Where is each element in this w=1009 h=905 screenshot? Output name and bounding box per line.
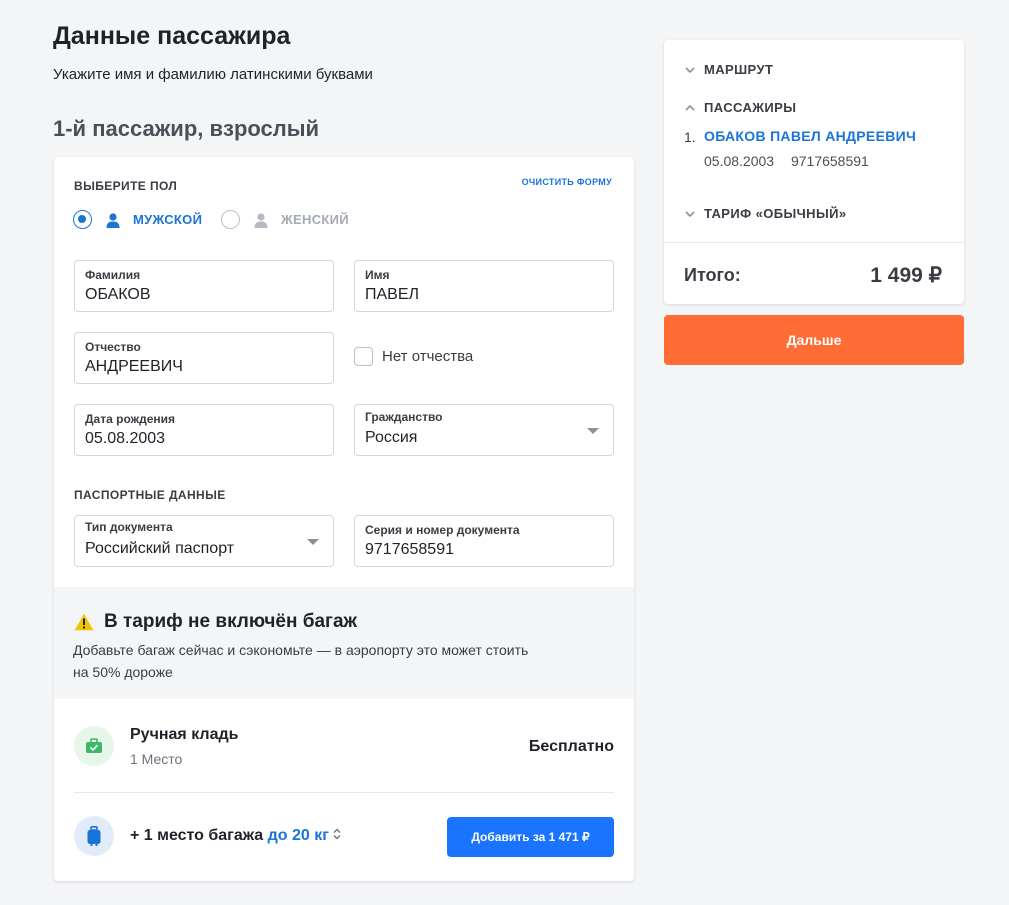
- doc-number-value: 9717658591: [365, 541, 454, 558]
- male-label: МУЖСКОЙ: [133, 212, 203, 227]
- carry-on-price: Бесплатно: [528, 738, 614, 755]
- warning-line-1: Добавьте багаж сейчас и сэкономьте — в а…: [73, 642, 529, 658]
- birth-date-label: Дата рождения: [85, 412, 176, 426]
- doc-number-field[interactable]: Серия и номер документа 9717658591: [354, 515, 614, 567]
- total-price: 1 499 ₽: [870, 264, 942, 287]
- order-summary: МАРШРУТ ПАССАЖИРЫ 1. ОБАКОВ ПАВЕЛ АНДРЕЕ…: [664, 40, 964, 304]
- carry-on-count: 1 Место: [130, 751, 183, 767]
- summary-divider: [664, 242, 964, 243]
- no-patronymic-checkbox[interactable]: [354, 347, 373, 366]
- baggage-warning-text: Добавьте багаж сейчас и сэкономьте — в а…: [73, 639, 593, 683]
- doc-type-label: Тип документа: [85, 520, 173, 534]
- add-baggage-button[interactable]: Добавить за 1 471 ₽: [447, 817, 614, 857]
- tariff-accordion[interactable]: ТАРИФ «ОБЫЧНЫЙ»: [684, 206, 846, 221]
- gender-section-label: ВЫБЕРИТЕ ПОЛ: [74, 179, 178, 193]
- doc-type-value: Российский паспорт: [85, 540, 235, 557]
- name-label: Имя: [365, 268, 390, 282]
- patronymic-value: АНДРЕЕВИЧ: [85, 358, 183, 375]
- page-title: Данные пассажира: [53, 22, 291, 50]
- citizenship-label: Гражданство: [365, 410, 443, 424]
- passenger-birth-date: 05.08.2003: [704, 153, 775, 169]
- baggage-warning-title: В тариф не включён багаж: [74, 611, 357, 633]
- chevron-down-icon: [307, 539, 319, 545]
- name-field[interactable]: Имя ПАВЕЛ: [354, 260, 614, 312]
- gender-option-female[interactable]: ЖЕНСКИЙ: [221, 210, 349, 229]
- warning-icon: [74, 613, 94, 631]
- total-label: Итого:: [684, 265, 741, 285]
- sort-arrows-icon[interactable]: [333, 828, 341, 840]
- warning-title-text: В тариф не включён багаж: [104, 611, 357, 632]
- weight-selector[interactable]: до 20 кг: [268, 827, 329, 844]
- birth-date-field[interactable]: Дата рождения 05.08.2003: [74, 404, 334, 456]
- route-accordion[interactable]: МАРШРУТ: [684, 62, 773, 77]
- route-title: МАРШРУТ: [704, 62, 774, 77]
- baggage-warning: В тариф не включён багаж Добавьте багаж …: [54, 587, 634, 699]
- passenger-details: 05.08.2003 9717658591: [704, 153, 869, 169]
- tariff-title: ТАРИФ «ОБЫЧНЫЙ»: [704, 206, 847, 221]
- extra-baggage-label: + 1 место багажа до 20 кг: [130, 827, 341, 845]
- clear-form-link[interactable]: ОЧИСТИТЬ ФОРМУ: [522, 177, 612, 187]
- passenger-index: 1.: [684, 129, 696, 145]
- person-female-icon: [254, 212, 268, 228]
- female-label: ЖЕНСКИЙ: [281, 212, 349, 227]
- baggage-divider: [74, 792, 614, 793]
- person-icon: [106, 212, 120, 228]
- carry-on-row: Ручная кладь 1 Место Бесплатно: [74, 726, 614, 768]
- birth-date-value: 05.08.2003: [85, 430, 166, 447]
- page-subtitle: Укажите имя и фамилию латинскими буквами: [53, 66, 373, 83]
- passenger-name-link[interactable]: ОБАКОВ ПАВЕЛ АНДРЕЕВИЧ: [704, 128, 916, 144]
- next-button[interactable]: Дальше: [664, 315, 964, 365]
- male-radio[interactable]: [73, 210, 92, 229]
- extra-baggage-icon-badge: [74, 816, 114, 856]
- passenger-doc-number: 9717658591: [790, 153, 869, 169]
- warning-line-2: на 50% дороже: [73, 664, 173, 680]
- surname-value: ОБАКОВ: [85, 286, 151, 303]
- surname-label: Фамилия: [85, 268, 141, 282]
- carry-on-icon-badge: [74, 726, 114, 766]
- passengers-accordion[interactable]: ПАССАЖИРЫ: [684, 100, 796, 115]
- no-patronymic-label: Нет отчества: [382, 348, 474, 365]
- no-patronymic-option[interactable]: Нет отчества: [354, 347, 473, 366]
- passenger-heading: 1-й пассажир, взрослый: [53, 116, 320, 141]
- passengers-title: ПАССАЖИРЫ: [704, 100, 797, 115]
- doc-number-label: Серия и номер документа: [365, 523, 520, 537]
- chevron-down-icon: [587, 428, 599, 434]
- gender-option-male[interactable]: МУЖСКОЙ: [73, 210, 202, 229]
- passport-section-label: ПАСПОРТНЫЕ ДАННЫЕ: [74, 488, 226, 502]
- chevron-down-icon: [685, 66, 695, 73]
- patronymic-label: Отчество: [85, 340, 141, 354]
- doc-type-select[interactable]: Тип документа Российский паспорт: [74, 515, 334, 567]
- name-value: ПАВЕЛ: [365, 286, 420, 303]
- briefcase-icon: [86, 738, 102, 753]
- patronymic-field[interactable]: Отчество АНДРЕЕВИЧ: [74, 332, 334, 384]
- female-radio[interactable]: [221, 210, 240, 229]
- citizenship-select[interactable]: Гражданство Россия: [354, 404, 614, 456]
- surname-field[interactable]: Фамилия ОБАКОВ: [74, 260, 334, 312]
- chevron-up-icon: [685, 104, 695, 111]
- citizenship-value: Россия: [365, 429, 418, 446]
- chevron-down-icon: [685, 210, 695, 217]
- extra-baggage-prefix: + 1 место багажа: [130, 827, 264, 844]
- passenger-form: ВЫБЕРИТЕ ПОЛ ОЧИСТИТЬ ФОРМУ МУЖСКОЙ ЖЕНС…: [54, 157, 634, 881]
- suitcase-icon: [87, 826, 101, 846]
- carry-on-name: Ручная кладь: [130, 726, 239, 743]
